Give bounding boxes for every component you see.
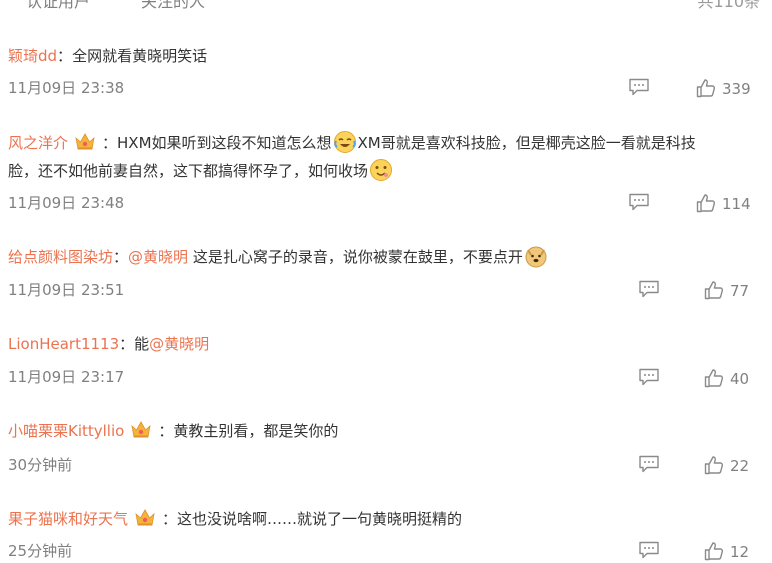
- comment-text: 这也没说啥啊……就说了一句黄晓明挺精的: [177, 510, 463, 528]
- comment-body: 果子猫咪和好天气 ：这也没说啥啊……就说了一句黄晓明挺精的: [8, 508, 463, 528]
- comment-text: 脸，还不如他前妻自然，这下都搞得怀孕了，如何收场: [8, 162, 369, 180]
- thumbs-up-icon: [704, 455, 724, 475]
- reply-icon[interactable]: [628, 193, 650, 211]
- like-button[interactable]: 12: [704, 541, 749, 563]
- like-button[interactable]: 339: [696, 78, 751, 100]
- comment-text: XM哥就是喜欢科技脸，但是椰壳这脸一看就是科技: [357, 134, 696, 152]
- thumbs-up-icon: [704, 368, 724, 388]
- reply-icon[interactable]: [638, 541, 660, 559]
- comment-text: 黄教主别看，都是笑你的: [173, 422, 339, 440]
- thumbs-up-icon: [704, 280, 724, 300]
- mention-link[interactable]: @黄晓明: [128, 248, 188, 266]
- comment-text: HXM如果听到这段不知道怎么想: [117, 134, 332, 152]
- comment-username[interactable]: 果子猫咪和好天气: [8, 510, 128, 528]
- comment-text: 全网就看黄晓明笑话: [72, 47, 208, 65]
- like-button[interactable]: 77: [704, 280, 749, 302]
- comment-username[interactable]: LionHeart1113: [8, 335, 119, 353]
- like-button[interactable]: 40: [704, 368, 749, 390]
- comment-timestamp: 25分钟前: [8, 542, 73, 560]
- crown-badge-icon: [134, 508, 156, 528]
- comment-body: 风之洋介 ：HXM如果听到这段不知道怎么想 XM哥就是喜欢科技脸，但是椰壳这脸一看就…: [8, 129, 758, 185]
- tab-bar: 认证用户 关注的人 共110条: [0, 0, 772, 12]
- comment-timestamp: 11月09日 23:17: [8, 368, 125, 386]
- like-button[interactable]: 114: [696, 193, 751, 215]
- like-count: 77: [730, 282, 750, 300]
- mention-link[interactable]: @黄晓明: [149, 335, 209, 353]
- laugh-cry-emoji-icon: [333, 131, 356, 153]
- comment-username[interactable]: 给点颜料图染坊: [8, 248, 113, 266]
- drooling-emoji-icon: [370, 159, 393, 181]
- comment-timestamp: 11月09日 23:51: [8, 281, 125, 299]
- crown-badge-icon: [74, 132, 96, 152]
- comment-timestamp: 11月09日 23:38: [8, 79, 125, 97]
- comment-text: 这是扎心窝子的录音，说你被蒙在鼓里，不要点开: [188, 248, 523, 266]
- thumbs-up-icon: [696, 78, 716, 98]
- like-count: 114: [722, 195, 751, 213]
- comment-total-count: 共110条: [697, 0, 760, 11]
- reply-icon[interactable]: [638, 455, 660, 473]
- comment-timestamp: 30分钟前: [8, 456, 73, 474]
- comment-body: 给点颜料图染坊：@黄晓明 这是扎心窝子的录音，说你被蒙在鼓里，不要点开: [8, 243, 758, 271]
- crown-badge-icon: [130, 420, 152, 440]
- like-count: 339: [722, 80, 751, 98]
- reply-icon[interactable]: [638, 368, 660, 386]
- tab-following[interactable]: 关注的人: [141, 0, 205, 12]
- doge-emoji-icon: [525, 246, 547, 268]
- comment-timestamp: 11月09日 23:48: [8, 194, 125, 212]
- comment-username[interactable]: 风之洋介: [8, 134, 68, 152]
- comment-body: 颖琦dd：全网就看黄晓明笑话: [8, 47, 208, 65]
- tab-verified-users[interactable]: 认证用户: [26, 0, 90, 12]
- reply-icon[interactable]: [628, 78, 650, 96]
- comment-username[interactable]: 颖琦dd: [8, 47, 57, 65]
- reply-icon[interactable]: [638, 280, 660, 298]
- comment-body: LionHeart1113：能@黄晓明: [8, 335, 210, 353]
- like-count: 40: [730, 370, 750, 388]
- thumbs-up-icon: [704, 541, 724, 561]
- like-count: 22: [730, 457, 750, 475]
- thumbs-up-icon: [696, 193, 716, 213]
- comment-username[interactable]: 小喵栗栗Kittyllio: [8, 422, 124, 440]
- like-button[interactable]: 22: [704, 455, 749, 477]
- comment-body: 小喵栗栗Kittyllio ：黄教主别看，都是笑你的: [8, 420, 339, 440]
- like-count: 12: [730, 543, 750, 561]
- comment-text: 能: [134, 335, 150, 353]
